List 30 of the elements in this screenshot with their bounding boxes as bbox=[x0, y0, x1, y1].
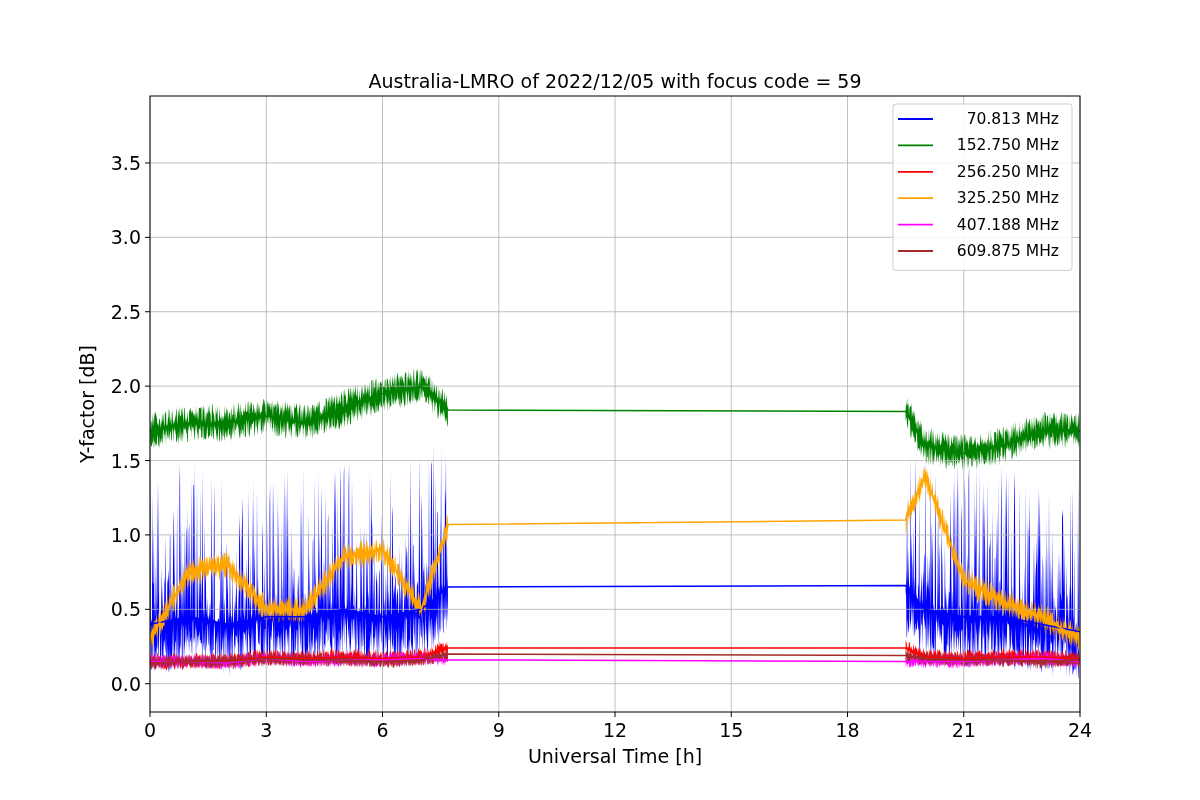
y-tick-label: 1.5 bbox=[110, 449, 141, 472]
x-tick-label: 15 bbox=[719, 719, 744, 741]
legend-label: 256.250 MHz bbox=[956, 162, 1059, 181]
y-tick-label: 3.5 bbox=[110, 151, 141, 174]
x-tick-label: 6 bbox=[376, 719, 389, 741]
y-tick-label: 0.5 bbox=[110, 598, 141, 621]
legend-swatch bbox=[897, 197, 934, 200]
x-axis-label: Universal Time [h] bbox=[527, 745, 703, 767]
y-tick-label: 1.0 bbox=[110, 523, 141, 546]
legend-swatch bbox=[897, 223, 934, 226]
legend-label: 70.813 MHz bbox=[966, 110, 1059, 128]
x-tick-label: 3 bbox=[260, 719, 273, 741]
legend-swatch bbox=[897, 170, 934, 173]
legend-label: 152.750 MHz bbox=[956, 136, 1059, 155]
legend-label: 609.875 MHz bbox=[956, 242, 1059, 260]
x-tick-label: 21 bbox=[951, 719, 976, 741]
y-tick-label: 3.0 bbox=[110, 226, 141, 249]
chart-title: Australia-LMRO of 2022/12/05 with focus code = 59 bbox=[368, 70, 862, 92]
x-tick-label: 9 bbox=[492, 719, 505, 741]
legend-swatch bbox=[897, 144, 934, 147]
y-tick-label: 2.5 bbox=[110, 300, 141, 323]
x-tick-label: 0 bbox=[143, 719, 157, 741]
x-tick-label: 18 bbox=[835, 719, 860, 741]
y-axis-label: Y-factor [dB] bbox=[76, 345, 98, 463]
legend-label: 407.188 MHz bbox=[956, 215, 1059, 234]
y-tick-label: 0.0 bbox=[110, 672, 141, 695]
legend-label: 325.250 MHz bbox=[956, 189, 1059, 208]
x-tick-label: 12 bbox=[602, 719, 628, 741]
y-tick-label: 2.0 bbox=[110, 375, 141, 398]
x-tick-label: 24 bbox=[1067, 719, 1093, 741]
